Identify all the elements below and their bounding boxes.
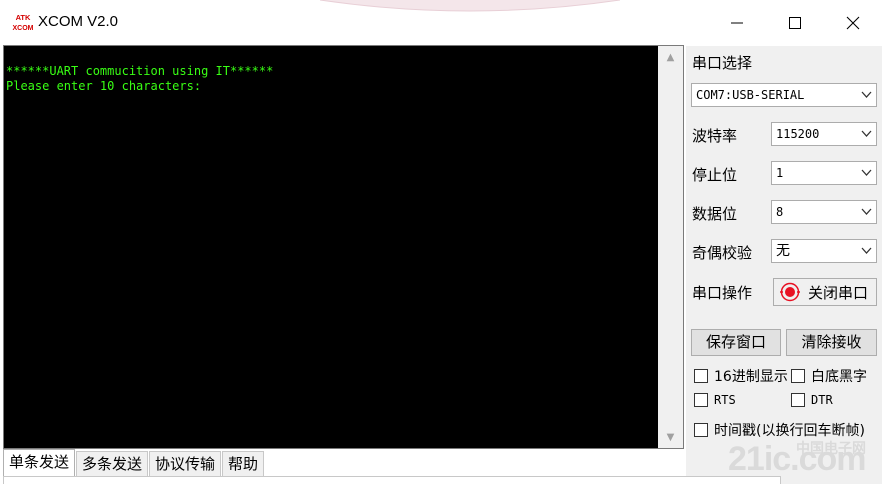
close-port-button[interactable]: 关闭串口 [773, 278, 877, 306]
scroll-down-arrow-icon[interactable]: ▼ [658, 426, 683, 448]
dtr-label: DTR [811, 393, 833, 407]
hex-display-label: 16进制显示 [714, 369, 788, 385]
tab-panel [3, 476, 781, 484]
title-bar: ATK XCOM XCOM V2.0 [0, 0, 882, 46]
baud-rate-value: 115200 [776, 127, 820, 141]
tab-protocol-transfer[interactable]: 协议传输 [149, 451, 222, 476]
hex-display-checkbox[interactable]: 16进制显示 [694, 366, 788, 386]
scroll-up-arrow-icon[interactable]: ▲ [658, 46, 683, 68]
rts-label: RTS [714, 393, 736, 407]
rts-checkbox[interactable]: RTS [694, 393, 736, 407]
data-bits-value: 8 [776, 205, 784, 219]
minimize-button[interactable] [708, 0, 766, 46]
receive-terminal[interactable]: ******UART commucition using IT****** Ple… [3, 45, 684, 449]
terminal-line: Please enter 10 characters: [6, 79, 202, 93]
chevron-down-icon [861, 91, 872, 98]
settings-panel: 串口选择 COM7:USB-SERIAL 波特率 115200 停止位 1 数据… [686, 46, 882, 484]
port-select[interactable]: COM7:USB-SERIAL [691, 83, 877, 107]
baud-rate-select[interactable]: 115200 [771, 122, 877, 146]
parity-value: 无 [776, 243, 790, 259]
chevron-down-icon [861, 169, 872, 176]
logo-text-bottom: XCOM [13, 25, 34, 32]
minimize-icon [731, 22, 743, 24]
maximize-icon [789, 17, 801, 29]
terminal-line: ******UART commucition using IT****** [6, 64, 274, 78]
checkbox-box[interactable] [694, 423, 708, 437]
watermark-logo: 21ic.com 中国电子网 [720, 436, 880, 480]
xcom-logo-icon: ATK XCOM [13, 13, 34, 32]
send-tabs: 单条发送 多条发送 协议传输 帮助 [3, 449, 265, 477]
white-bg-checkbox[interactable]: 白底黑字 [791, 366, 867, 386]
tab-help[interactable]: 帮助 [222, 451, 265, 476]
data-bits-label: 数据位 [692, 205, 738, 223]
data-bits-select[interactable]: 8 [771, 200, 877, 224]
chevron-down-icon [861, 208, 872, 215]
parity-select[interactable]: 无 [771, 239, 877, 263]
stop-bits-label: 停止位 [692, 166, 738, 184]
close-icon [846, 16, 860, 30]
port-section-label: 串口选择 [692, 54, 753, 72]
stop-bits-select[interactable]: 1 [771, 161, 877, 185]
close-window-button[interactable] [824, 0, 882, 46]
terminal-output: ******UART commucition using IT****** Ple… [6, 64, 662, 444]
stop-bits-value: 1 [776, 166, 784, 180]
terminal-scrollbar[interactable]: ▲ ▼ [658, 46, 683, 448]
clear-receive-button[interactable]: 清除接收 [786, 329, 877, 356]
white-bg-label: 白底黑字 [811, 369, 867, 385]
dtr-checkbox[interactable]: DTR [791, 393, 833, 407]
watermark-cn: 中国电子网 [796, 441, 866, 457]
logo-text-top: ATK [16, 13, 31, 22]
port-operation-label: 串口操作 [692, 284, 753, 302]
checkbox-box[interactable] [791, 369, 805, 383]
parity-label: 奇偶校验 [692, 244, 753, 262]
maximize-button[interactable] [766, 0, 824, 46]
checkbox-box[interactable] [694, 393, 708, 407]
checkbox-box[interactable] [694, 369, 708, 383]
tab-single-send[interactable]: 单条发送 [3, 449, 76, 476]
port-select-value: COM7:USB-SERIAL [696, 88, 805, 102]
checkbox-box[interactable] [791, 393, 805, 407]
baud-label: 波特率 [692, 127, 738, 145]
close-port-label: 关闭串口 [808, 283, 869, 302]
window-title: XCOM V2.0 [38, 13, 119, 30]
status-led-icon [780, 282, 800, 302]
tab-multi-send[interactable]: 多条发送 [76, 451, 149, 476]
save-window-button[interactable]: 保存窗口 [691, 329, 781, 356]
chevron-down-icon [861, 247, 872, 254]
chevron-down-icon [861, 130, 872, 137]
background-decoration [320, 0, 620, 12]
